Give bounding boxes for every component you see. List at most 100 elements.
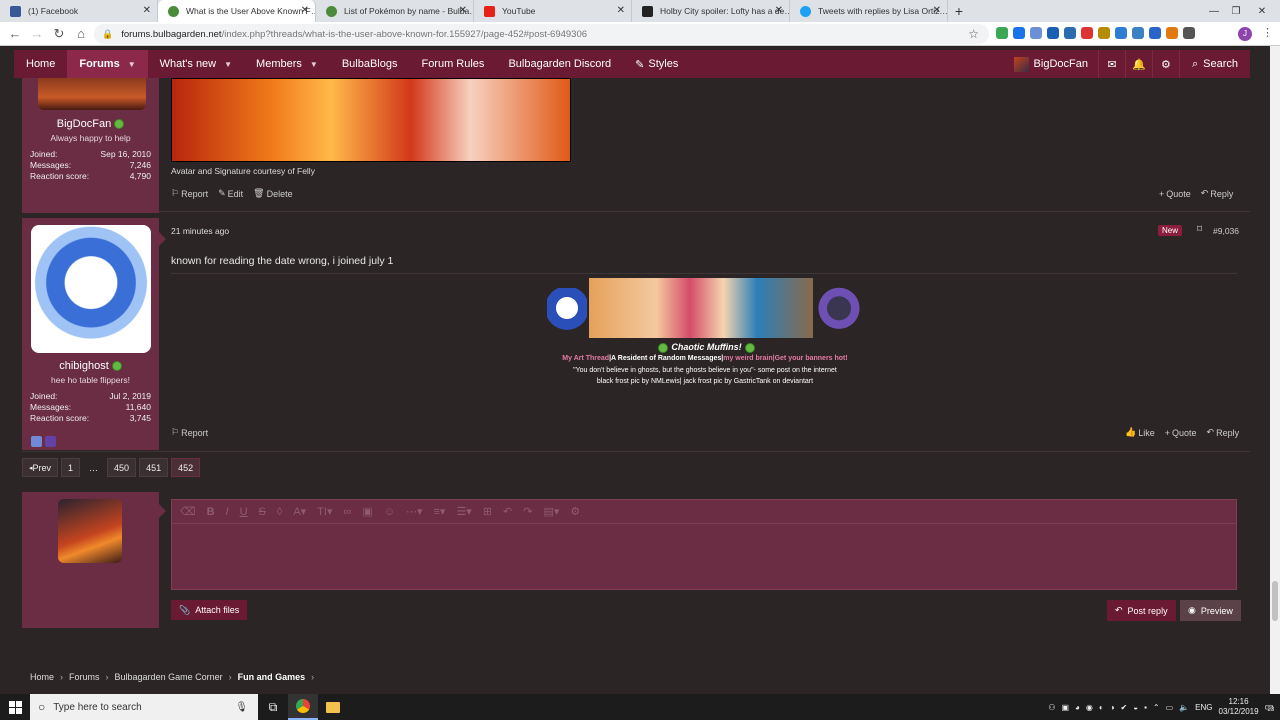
close-icon[interactable]: ✕ <box>933 5 941 16</box>
breadcrumb-game-corner[interactable]: Bulbagarden Game Corner <box>115 672 223 682</box>
italic-icon[interactable]: I <box>226 506 229 518</box>
inbox-icon[interactable]: ✉ <box>1097 50 1125 78</box>
forward-icon[interactable]: → <box>26 26 48 41</box>
extension-icon[interactable] <box>1047 27 1059 39</box>
page-link[interactable]: 450 <box>107 458 137 477</box>
align-icon[interactable]: ≡▾ <box>433 505 445 518</box>
reply-button[interactable]: ↶ Reply <box>1201 188 1234 199</box>
gear-icon[interactable]: ⚙ <box>1151 50 1179 78</box>
post-time[interactable]: 21 minutes ago <box>171 226 229 236</box>
extension-icon[interactable] <box>1098 27 1110 39</box>
bookmark-star-icon[interactable]: ☆ <box>968 27 979 41</box>
color-icon[interactable]: ◊ <box>277 506 282 518</box>
page-ellipsis[interactable]: … <box>83 458 104 477</box>
table-icon[interactable]: ⊞ <box>483 505 492 518</box>
extension-icon[interactable] <box>1013 27 1025 39</box>
network-icon[interactable]: ▭ <box>1166 703 1174 712</box>
search-button[interactable]: ⌕ Search <box>1178 50 1250 78</box>
avatar[interactable] <box>38 78 146 110</box>
tray-app-icon[interactable]: ◑ <box>1110 703 1115 712</box>
nav-discord[interactable]: Bulbagarden Discord <box>496 50 623 78</box>
extension-icon[interactable] <box>1064 27 1076 39</box>
font-style-icon[interactable]: TI▾ <box>317 505 332 518</box>
chevron-down-icon[interactable]: ▼ <box>224 60 232 69</box>
windows-start-icon[interactable] <box>0 694 30 720</box>
home-icon[interactable]: ⌂ <box>70 26 92 41</box>
page-link[interactable]: 451 <box>139 458 169 477</box>
file-explorer-icon[interactable] <box>318 694 348 720</box>
preview-button[interactable]: ◉ Preview <box>1180 600 1241 621</box>
microphone-icon[interactable]: 🎙 <box>235 702 248 713</box>
close-icon[interactable]: ✕ <box>301 5 309 16</box>
scrollbar[interactable] <box>1270 46 1280 694</box>
tray-app-icon[interactable]: ◒ <box>1133 703 1138 712</box>
avatar[interactable] <box>31 225 151 353</box>
notifications-icon[interactable]: ▭ 23 <box>1265 702 1275 713</box>
volume-icon[interactable]: 🔈 <box>1179 703 1189 712</box>
alerts-icon[interactable]: 🔔 <box>1124 50 1152 78</box>
account-menu[interactable]: BigDocFan <box>1004 50 1098 78</box>
page-link-current[interactable]: 452 <box>171 458 201 477</box>
undo-icon[interactable]: ↶ <box>503 505 512 518</box>
close-icon[interactable]: ✕ <box>459 5 467 16</box>
tray-app-icon[interactable]: ▪ <box>1144 703 1147 712</box>
like-button[interactable]: 👍 Like <box>1125 427 1155 438</box>
reply-editor[interactable]: ⌫ B I U S ◊ A▾ TI▾ ∞ ▣ ☺ ⋯▾ ≡▾ ☰▾ ⊞ ↶ ↷ … <box>171 499 1237 590</box>
tray-app-icon[interactable]: ▣ <box>1061 703 1069 712</box>
edit-button[interactable]: ✎ Edit <box>218 188 243 199</box>
browser-tab[interactable]: Holby City spoiler: Lofty has a de… ✕ <box>632 0 790 22</box>
nav-bulbablogs[interactable]: BulbaBlogs <box>330 50 410 78</box>
close-icon[interactable]: ✕ <box>775 5 783 16</box>
window-close-icon[interactable]: ✕ <box>1240 0 1280 22</box>
bookmark-icon[interactable]: ⌑ <box>1197 224 1202 235</box>
redo-icon[interactable]: ↷ <box>523 505 532 518</box>
chevron-up-icon[interactable]: ⌃ <box>1153 703 1160 712</box>
tray-app-icon[interactable]: ◕ <box>1075 703 1080 712</box>
extension-icon[interactable] <box>1030 27 1042 39</box>
address-bar[interactable]: 🔒 forums.bulbagarden.net /index.php?thre… <box>94 24 989 44</box>
extension-icon[interactable] <box>1081 27 1093 39</box>
breadcrumb-forums[interactable]: Forums <box>69 672 100 682</box>
tray-app-icon[interactable]: ◉ <box>1086 703 1093 712</box>
taskbar-search-input[interactable]: ○ Type here to search 🎙 <box>30 694 258 720</box>
reload-icon[interactable]: ↻ <box>48 26 70 42</box>
chevron-down-icon[interactable]: ▼ <box>128 60 136 69</box>
image-icon[interactable]: ▣ <box>362 505 372 518</box>
scrollbar-thumb[interactable] <box>1272 581 1278 621</box>
smiley-icon[interactable]: ☺ <box>384 506 395 518</box>
report-button[interactable]: ⚐ Report <box>171 427 208 438</box>
browser-tab[interactable]: List of Pokémon by name - Bulba… ✕ <box>316 0 474 22</box>
nav-members[interactable]: Members ▼ <box>244 50 330 78</box>
nav-forums[interactable]: Forums ▼ <box>67 50 148 78</box>
breadcrumb-fun-and-games[interactable]: Fun and Games <box>238 672 306 682</box>
extension-icon[interactable] <box>1183 27 1195 39</box>
username[interactable]: chibighost <box>22 360 159 372</box>
list-icon[interactable]: ☰▾ <box>456 505 471 518</box>
strikethrough-icon[interactable]: S <box>259 506 266 518</box>
tray-app-icon[interactable]: ◐ <box>1099 703 1104 712</box>
weird-brain-link[interactable]: my weird brain <box>723 355 772 362</box>
nav-whats-new[interactable]: What's new ▼ <box>148 50 244 78</box>
banners-link[interactable]: |Get your banners hot! <box>773 355 848 362</box>
nav-styles[interactable]: ✎ Styles <box>623 50 690 78</box>
quote-button[interactable]: + Quote <box>1165 427 1197 438</box>
attach-files-button[interactable]: 📎 Attach files <box>171 600 248 620</box>
twitch-icon[interactable] <box>45 436 56 447</box>
browser-tab[interactable]: Tweets with replies by Lisa Ortiz… ✕ <box>790 0 948 22</box>
drafts-icon[interactable]: ▤▾ <box>543 505 559 518</box>
more-icon[interactable]: ⋯▾ <box>406 505 423 518</box>
link-icon[interactable]: ∞ <box>343 506 351 518</box>
post-number[interactable]: #9,036 <box>1213 226 1239 236</box>
language-indicator[interactable]: ENG <box>1195 703 1212 712</box>
breadcrumb-home[interactable]: Home <box>30 672 54 682</box>
underline-icon[interactable]: U <box>240 506 248 518</box>
tray-app-icon[interactable]: ✔ <box>1121 703 1128 712</box>
extension-icon[interactable] <box>1115 27 1127 39</box>
username[interactable]: BigDocFan <box>22 118 159 130</box>
chevron-down-icon[interactable]: ▼ <box>310 60 318 69</box>
close-icon[interactable]: ✕ <box>617 5 625 16</box>
chrome-icon[interactable] <box>288 694 318 720</box>
browser-tab[interactable]: YouTube ✕ <box>474 0 632 22</box>
nav-forum-rules[interactable]: Forum Rules <box>409 50 496 78</box>
delete-button[interactable]: 🗑 Delete <box>253 188 292 199</box>
